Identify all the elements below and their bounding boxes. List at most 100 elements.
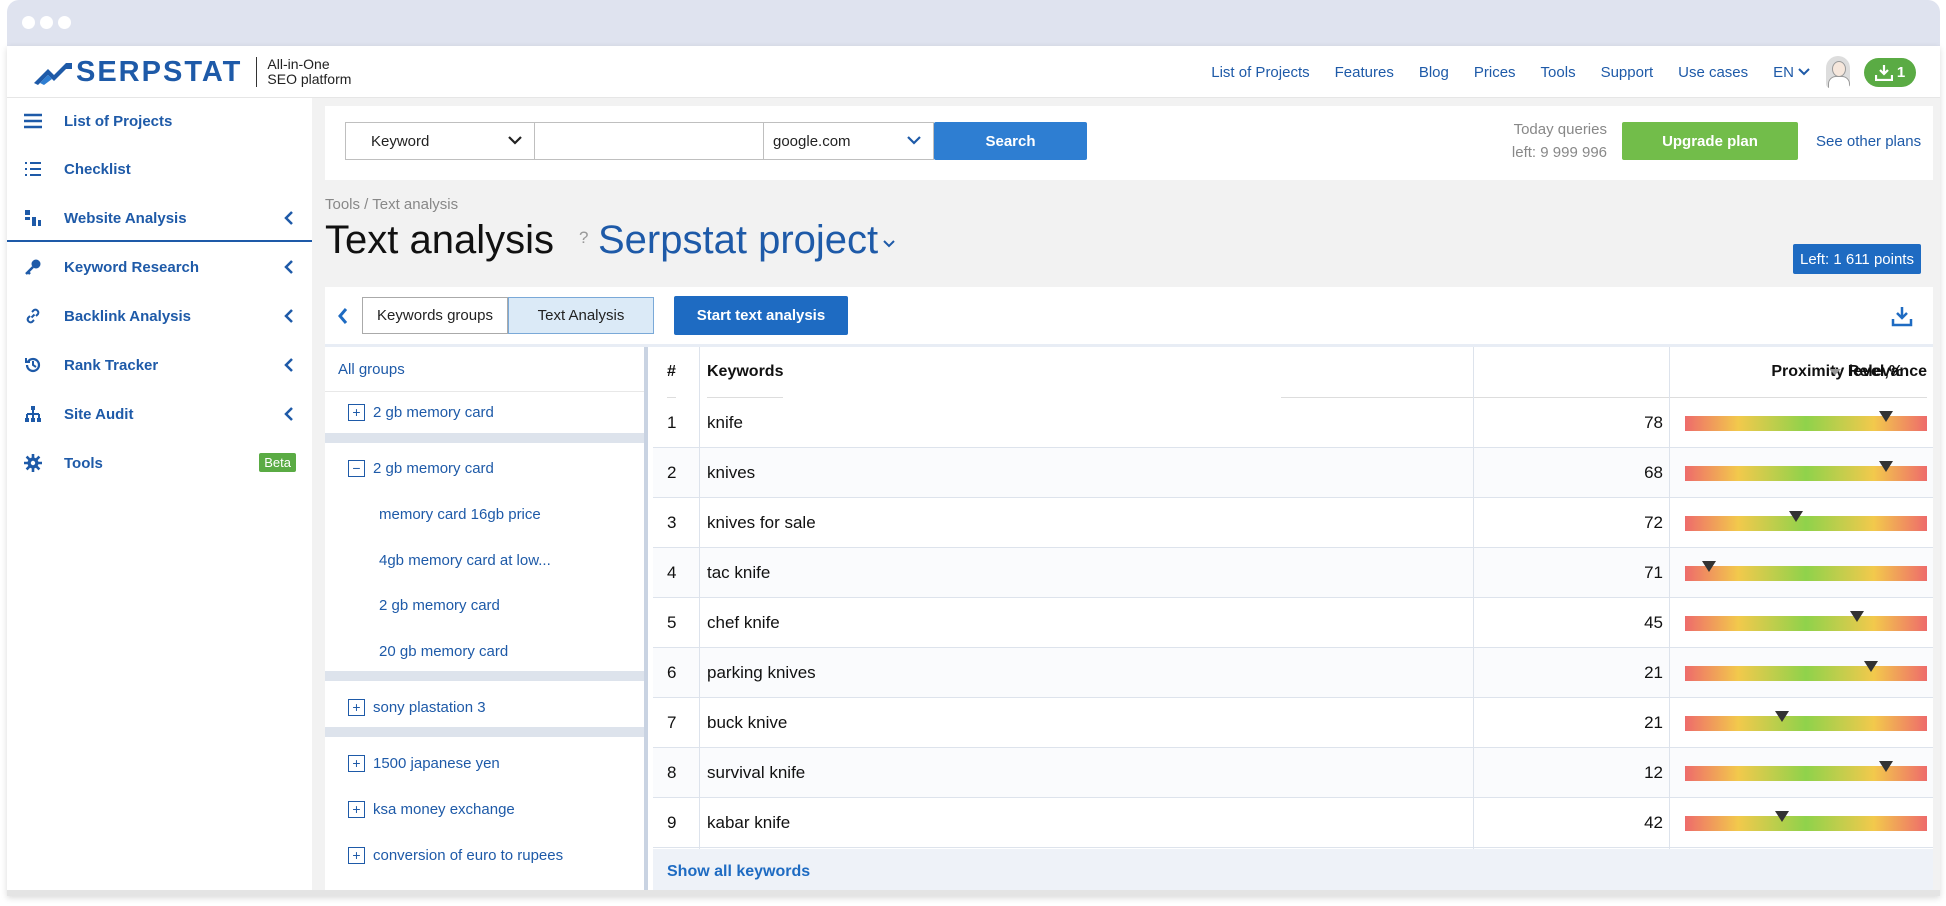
window-dot-maximize[interactable] <box>58 16 71 29</box>
row-keyword[interactable]: knife <box>707 398 1307 448</box>
user-avatar[interactable] <box>1826 56 1850 88</box>
sidebar-item-checklist[interactable]: Checklist <box>7 146 312 192</box>
row-proximity: 45 <box>1644 613 1663 632</box>
sidebar-item-keyword-research[interactable]: Keyword Research <box>7 244 312 290</box>
help-icon[interactable]: ? <box>579 228 588 248</box>
group-child-item[interactable]: 2 gb memory card <box>325 586 644 624</box>
start-text-analysis-button[interactable]: Start text analysis <box>674 296 848 335</box>
column-header-num: # <box>667 347 676 398</box>
table-row: 4 tac knife 71 <box>653 548 1933 598</box>
sidebar-item-label: Checklist <box>64 160 131 178</box>
row-keyword[interactable]: tac knife <box>707 548 1307 598</box>
nav-use-cases[interactable]: Use cases <box>1678 64 1748 81</box>
group-item[interactable]: + ksa money exchange <box>325 790 644 828</box>
relevance-bar <box>1685 811 1927 831</box>
group-item[interactable]: + 2 gb memory card <box>325 393 644 431</box>
window-dot-minimize[interactable] <box>40 16 53 29</box>
downloads-button[interactable]: 1 <box>1864 57 1916 87</box>
show-all-keywords-link[interactable]: Show all keywords <box>667 863 810 881</box>
group-item-expanded[interactable]: − 2 gb memory card <box>325 449 644 487</box>
row-keyword[interactable]: kabar knife <box>707 798 1307 848</box>
row-keyword[interactable]: chef knife <box>707 598 1307 648</box>
group-item[interactable]: + sony plastation 3 <box>325 688 644 726</box>
back-chevron-icon[interactable] <box>337 307 349 325</box>
app-body: SERPSTAT All-in-One SEO platform List of… <box>7 46 1940 896</box>
sidebar-item-rank-tracker[interactable]: Rank Tracker <box>7 342 312 388</box>
group-item[interactable]: + conversion of euro to rupees <box>325 836 644 874</box>
row-keyword[interactable]: parking knives <box>707 648 1307 698</box>
nav-tools[interactable]: Tools <box>1541 64 1576 81</box>
language-switcher[interactable]: EN <box>1773 64 1810 81</box>
expand-icon[interactable]: + <box>348 403 365 421</box>
row-keyword[interactable]: knives for sale <box>707 498 1307 548</box>
nav-support[interactable]: Support <box>1601 64 1654 81</box>
group-label: 1500 japanese yen <box>373 754 500 772</box>
row-number: 3 <box>667 513 677 532</box>
tagline-line2: SEO platform <box>267 71 352 87</box>
column-header-keywords[interactable]: Keywords <box>707 347 784 398</box>
relevance-bar <box>1685 661 1927 681</box>
see-other-plans-link[interactable]: See other plans <box>1816 133 1921 150</box>
row-proximity: 72 <box>1644 513 1663 532</box>
nav-blog[interactable]: Blog <box>1419 64 1449 81</box>
relevance-marker <box>1864 661 1879 672</box>
chevron-down-icon <box>1798 68 1810 76</box>
bar-chart-icon <box>22 207 44 229</box>
relevance-marker <box>1878 411 1893 422</box>
search-input[interactable] <box>534 122 765 160</box>
group-item[interactable]: + 1500 japanese yen <box>325 744 644 782</box>
serpstat-logo[interactable]: SERPSTAT All-in-One SEO platform <box>34 56 351 88</box>
relevance-marker <box>1774 811 1789 822</box>
sidebar-item-site-audit[interactable]: Site Audit <box>7 391 312 437</box>
column-header-relevance[interactable]: Relevance <box>1693 347 1927 398</box>
nav-list-of-projects[interactable]: List of Projects <box>1211 64 1309 81</box>
search-engine-select[interactable]: google.com <box>763 122 934 160</box>
expand-icon[interactable]: + <box>348 846 365 864</box>
sidebar-item-tools[interactable]: Tools Beta <box>7 440 312 486</box>
export-download-icon[interactable] <box>1891 305 1913 327</box>
group-separator <box>325 433 644 443</box>
tab-text-analysis[interactable]: Text Analysis <box>508 297 654 334</box>
expand-icon[interactable]: + <box>348 754 365 772</box>
expand-icon[interactable]: + <box>348 698 365 716</box>
tagline-line1: All-in-One <box>267 56 330 72</box>
menu-icon <box>22 110 44 132</box>
queries-label: Today queries <box>1513 121 1607 138</box>
sidebar-item-backlink-analysis[interactable]: Backlink Analysis <box>7 293 312 339</box>
row-keyword[interactable]: knives <box>707 448 1307 498</box>
link-icon <box>22 305 44 327</box>
search-type-select[interactable]: Keyword <box>345 122 535 160</box>
nav-features[interactable]: Features <box>1335 64 1394 81</box>
expand-icon[interactable]: + <box>348 800 365 818</box>
sidebar-item-list-of-projects[interactable]: List of Projects <box>7 98 312 144</box>
nav-prices[interactable]: Prices <box>1474 64 1516 81</box>
collapse-icon[interactable]: − <box>348 459 365 477</box>
group-child-item[interactable]: memory card 16gb price <box>325 495 644 533</box>
relevance-marker <box>1774 711 1789 722</box>
sidebar-item-label: Website Analysis <box>64 209 187 227</box>
sidebar-item-label: List of Projects <box>64 112 173 130</box>
window-dot-close[interactable] <box>22 16 35 29</box>
row-keyword[interactable]: survival knife <box>707 748 1307 798</box>
breadcrumb: Tools / Text analysis <box>325 196 459 213</box>
group-child-item[interactable]: 4gb memory card at low... <box>325 541 644 579</box>
upgrade-plan-button[interactable]: Upgrade plan <box>1622 122 1798 160</box>
search-button[interactable]: Search <box>934 122 1087 160</box>
sitemap-icon <box>22 403 44 425</box>
top-navbar: SERPSTAT All-in-One SEO platform List of… <box>7 46 1940 98</box>
project-selector[interactable]: Serpstat project <box>598 218 895 263</box>
group-separator <box>325 671 644 681</box>
row-keyword[interactable]: buck knive <box>707 698 1307 748</box>
tab-keywords-groups[interactable]: Keywords groups <box>362 297 508 334</box>
group-child-item[interactable]: 20 gb memory card <box>325 632 644 670</box>
key-icon <box>22 256 44 278</box>
all-groups-link[interactable]: All groups <box>325 347 644 392</box>
row-number: 1 <box>667 413 677 432</box>
table-row: 7 buck knive 21 <box>653 698 1933 748</box>
sidebar-item-website-analysis[interactable]: Website Analysis <box>7 195 312 241</box>
relevance-bar <box>1685 411 1927 431</box>
beta-badge: Beta <box>259 453 296 472</box>
sidebar-item-label: Rank Tracker <box>64 356 159 374</box>
group-label: sony plastation 3 <box>373 698 486 716</box>
column-divider <box>699 347 700 890</box>
